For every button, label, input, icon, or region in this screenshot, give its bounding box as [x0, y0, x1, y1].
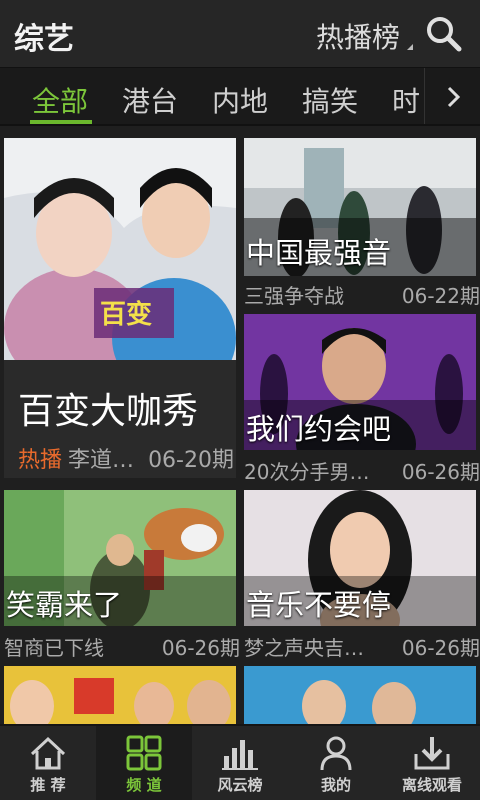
nav-ranking[interactable]: 风云榜 — [192, 726, 288, 800]
nav-channel[interactable]: 频 道 — [96, 726, 192, 800]
featured-show-card[interactable]: 百变 百变大咖秀 热播 李道… 06-20期 — [4, 138, 236, 478]
search-icon[interactable] — [424, 14, 464, 54]
top-bar: 综艺 热播榜 — [0, 0, 480, 68]
hot-rank-button[interactable]: 热播榜 — [316, 16, 400, 56]
show-card-3-title: 笑霸来了 — [6, 588, 123, 622]
show-card-5-thumbnail — [4, 666, 236, 724]
show-card-3-meta: 智商已下线 06-26期 — [4, 632, 240, 660]
hot-badge: 热播 — [18, 448, 63, 473]
show-card-2-meta: 20次分手男… 06-26期 — [244, 456, 480, 484]
show-card-1-subtitle: 三强争夺战 — [244, 284, 344, 308]
show-card-1-episode: 06-22期 — [401, 284, 480, 308]
show-grid: 百变 百变大咖秀 热播 李道… 06-20期 中国最强音 三强争夺战 06-22… — [0, 128, 480, 724]
featured-show-episode: 06-20期 — [148, 448, 234, 473]
grid-icon — [126, 735, 162, 771]
show-card-5[interactable] — [4, 666, 236, 724]
svg-text:百变: 百变 — [100, 299, 152, 330]
category-tabs: 全部 港台 内地 搞笑 时 — [0, 68, 480, 126]
show-card-2[interactable]: 我们约会吧 20次分手男… 06-26期 — [244, 314, 480, 486]
show-card-4-title: 音乐不要停 — [246, 588, 392, 622]
dropdown-corner-icon — [407, 44, 413, 50]
download-icon — [414, 737, 450, 770]
show-card-4-subtitle: 梦之声央吉… — [244, 636, 364, 660]
show-card-2-episode: 06-26期 — [401, 460, 480, 484]
show-card-1[interactable]: 中国最强音 三强争夺战 06-22期 — [244, 138, 480, 308]
tab-all[interactable]: 全部 — [32, 80, 88, 120]
show-card-6[interactable] — [244, 666, 476, 724]
nav-recommend-label: 推 荐 — [30, 776, 66, 794]
bottom-navigation: 推 荐 频 道 风云榜 我的 离线观看 — [0, 724, 480, 800]
page-title: 综艺 — [14, 22, 74, 57]
show-card-6-thumbnail — [244, 666, 476, 724]
show-card-4-episode: 06-26期 — [401, 636, 480, 660]
show-card-3-episode: 06-26期 — [161, 636, 240, 660]
show-card-2-title: 我们约会吧 — [246, 412, 392, 446]
featured-show-subtitle: 李道… — [68, 448, 135, 473]
home-icon — [30, 736, 66, 770]
chevron-right-icon — [447, 86, 461, 108]
user-icon — [320, 736, 352, 771]
nav-offline[interactable]: 离线观看 — [384, 726, 480, 800]
nav-mine-label: 我的 — [320, 776, 351, 794]
featured-show-thumbnail: 百变 — [4, 138, 236, 360]
show-card-4-meta: 梦之声央吉… 06-26期 — [244, 632, 480, 660]
nav-channel-label: 频 道 — [126, 776, 162, 794]
nav-offline-label: 离线观看 — [401, 776, 462, 794]
tabs-more-button[interactable] — [424, 68, 480, 124]
show-card-1-title: 中国最强音 — [246, 236, 392, 270]
chart-icon — [222, 740, 258, 770]
tab-hongkong-taiwan[interactable]: 港台 — [122, 80, 178, 120]
tab-partial[interactable]: 时 — [392, 80, 420, 120]
active-tab-indicator — [30, 120, 92, 124]
nav-ranking-label: 风云榜 — [217, 776, 263, 794]
tab-comedy[interactable]: 搞笑 — [302, 80, 358, 120]
show-card-3-subtitle: 智商已下线 — [4, 636, 104, 660]
nav-recommend[interactable]: 推 荐 — [0, 726, 96, 800]
show-card-1-meta: 三强争夺战 06-22期 — [244, 280, 480, 308]
nav-mine[interactable]: 我的 — [288, 726, 384, 800]
featured-show-title: 百变大咖秀 — [18, 391, 199, 432]
tab-mainland[interactable]: 内地 — [212, 80, 268, 120]
show-card-4[interactable]: 音乐不要停 梦之声央吉… 06-26期 — [244, 490, 480, 662]
show-card-3[interactable]: 笑霸来了 智商已下线 06-26期 — [4, 490, 240, 662]
show-card-2-subtitle: 20次分手男… — [244, 460, 370, 484]
